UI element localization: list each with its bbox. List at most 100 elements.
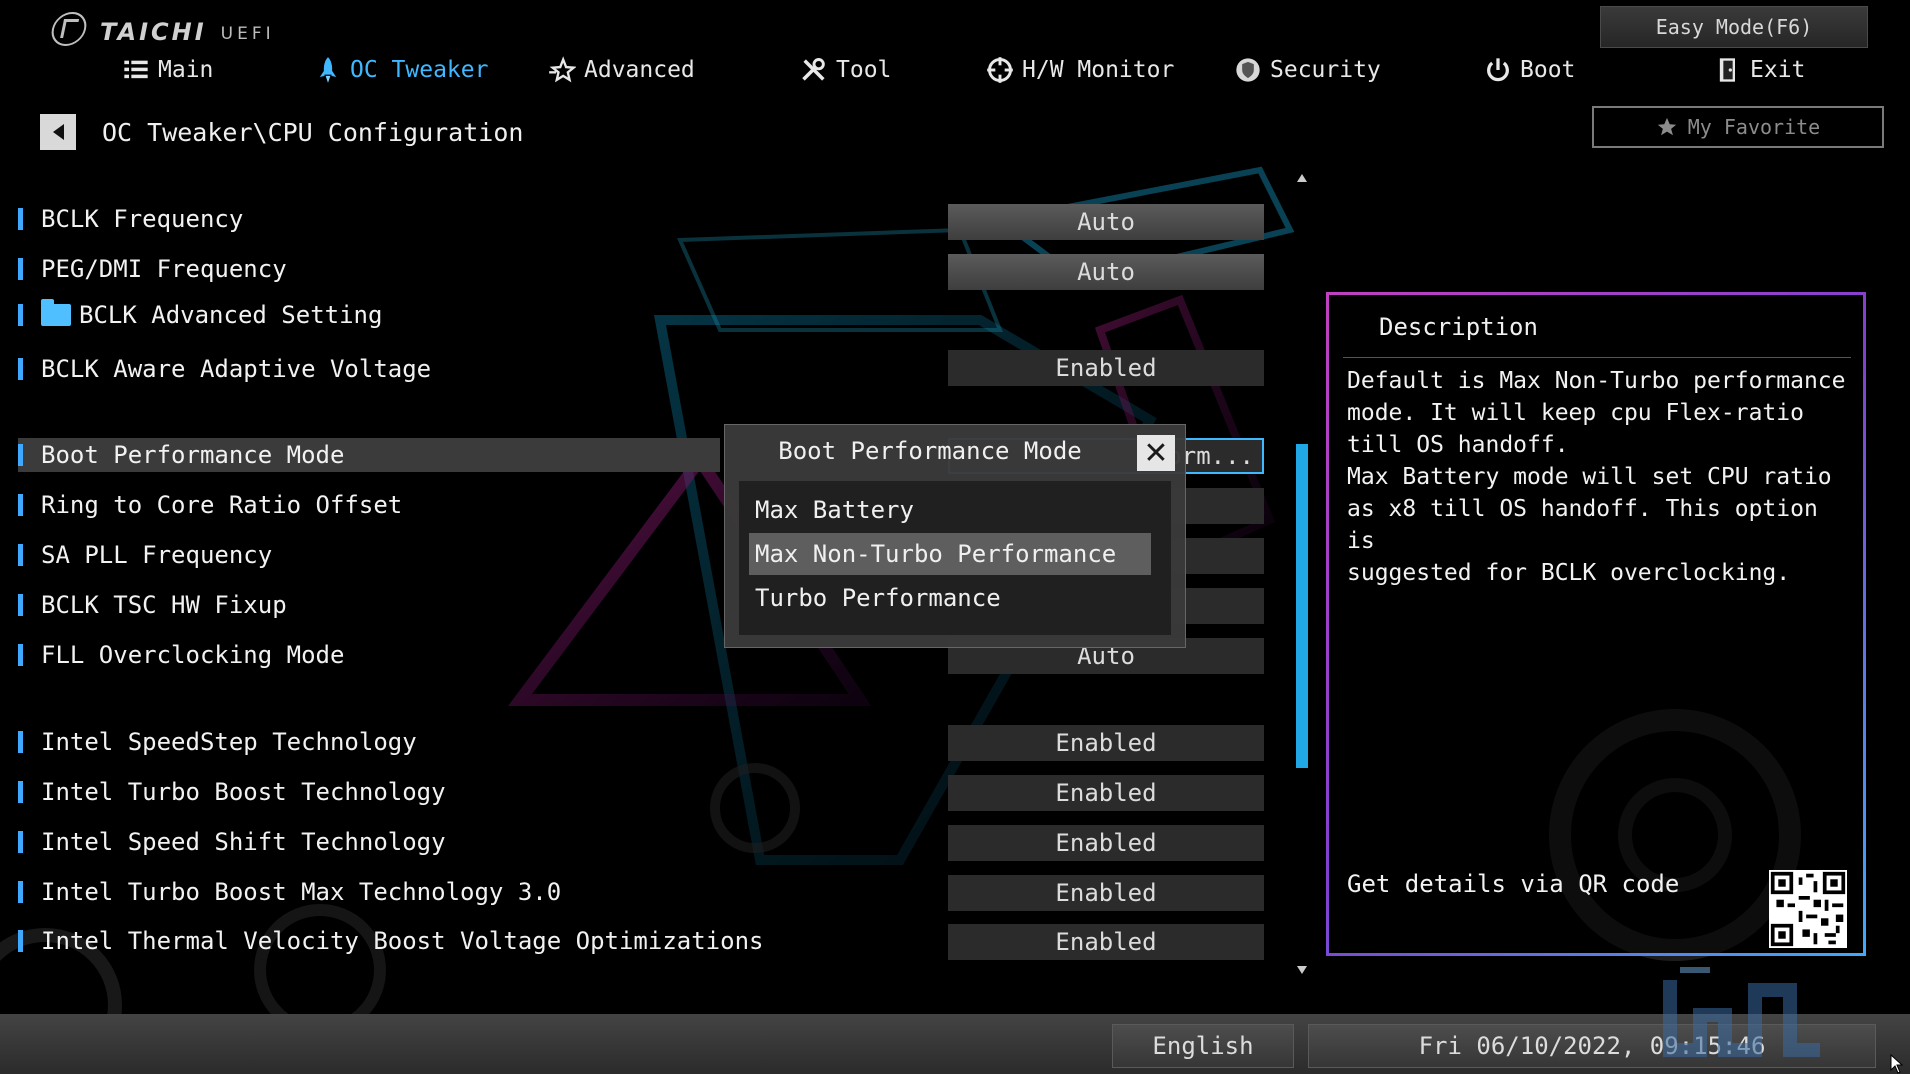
setting-label: Intel Speed Shift Technology bbox=[41, 828, 446, 856]
setting-value-intel-speed-shift[interactable]: Enabled bbox=[948, 825, 1264, 861]
brand-name: TAICHI bbox=[100, 18, 207, 46]
tab-security-label: Security bbox=[1270, 57, 1381, 83]
tab-main-label: Main bbox=[158, 57, 214, 83]
setting-intel-thermal-velocity-boost[interactable]: Intel Thermal Velocity Boost Voltage Opt… bbox=[18, 924, 763, 958]
setting-label: SA PLL Frequency bbox=[41, 541, 273, 569]
setting-label: BCLK Aware Adaptive Voltage bbox=[41, 355, 432, 383]
tab-boot[interactable]: Boot bbox=[1484, 56, 1575, 84]
setting-intel-turbo-boost-max-3[interactable]: Intel Turbo Boost Max Technology 3.0 bbox=[18, 875, 561, 909]
taichi-logo-icon bbox=[48, 12, 90, 46]
close-icon[interactable]: ✕ bbox=[1137, 435, 1175, 471]
brand-sub: UEFI bbox=[220, 24, 275, 44]
row-marker bbox=[18, 444, 23, 466]
setting-label: PEG/DMI Frequency bbox=[41, 255, 287, 283]
setting-label: Intel Thermal Velocity Boost Voltage Opt… bbox=[41, 927, 764, 955]
row-marker bbox=[18, 358, 23, 380]
setting-value-bclk-aware-adaptive-voltage[interactable]: Enabled bbox=[948, 350, 1264, 386]
boot-performance-mode-dialog: Boot Performance Mode ✕ Max Battery Max … bbox=[724, 424, 1186, 648]
description-title: Description bbox=[1379, 313, 1538, 341]
row-marker bbox=[18, 831, 23, 853]
list-icon bbox=[124, 60, 148, 79]
tab-main[interactable]: Main bbox=[122, 56, 213, 84]
scroll-down-arrow-icon[interactable] bbox=[1296, 964, 1308, 976]
tab-hw-monitor-label: H/W Monitor bbox=[1022, 57, 1175, 83]
qr-code-icon bbox=[1769, 870, 1847, 948]
setting-bclk-advanced-setting[interactable]: BCLK Advanced Setting bbox=[18, 298, 382, 332]
setting-value-bclk-frequency[interactable]: Auto bbox=[948, 204, 1264, 240]
back-button[interactable] bbox=[40, 114, 76, 150]
setting-label: BCLK Advanced Setting bbox=[79, 301, 383, 329]
setting-value-intel-speedstep[interactable]: Enabled bbox=[948, 725, 1264, 761]
breadcrumb-path: OC Tweaker\CPU Configuration bbox=[102, 117, 524, 147]
watermark-logo bbox=[1663, 967, 1820, 1057]
description-panel: Description Default is Max Non-Turbo per… bbox=[1326, 292, 1866, 956]
my-favorite-button[interactable]: My Favorite bbox=[1592, 106, 1884, 148]
mouse-cursor-icon bbox=[1890, 1054, 1904, 1074]
row-marker bbox=[18, 258, 23, 280]
setting-bclk-aware-adaptive-voltage[interactable]: BCLK Aware Adaptive Voltage bbox=[18, 352, 431, 386]
option-turbo-performance[interactable]: Turbo Performance bbox=[749, 577, 1151, 619]
setting-intel-speedstep[interactable]: Intel SpeedStep Technology bbox=[18, 725, 417, 759]
shield-icon bbox=[1236, 58, 1260, 82]
setting-boot-performance-mode[interactable]: Boot Performance Mode bbox=[18, 438, 720, 472]
tab-hw-monitor[interactable]: H/W Monitor bbox=[986, 56, 1174, 84]
setting-label: Intel Turbo Boost Max Technology 3.0 bbox=[41, 878, 562, 906]
row-marker bbox=[18, 594, 23, 616]
tab-advanced-label: Advanced bbox=[584, 57, 695, 83]
setting-sa-pll-frequency[interactable]: SA PLL Frequency bbox=[18, 538, 272, 572]
setting-value-intel-turbo-boost[interactable]: Enabled bbox=[948, 775, 1264, 811]
tab-advanced[interactable]: Advanced bbox=[548, 56, 695, 84]
setting-fll-overclocking-mode[interactable]: FLL Overclocking Mode bbox=[18, 638, 344, 672]
crosshair-icon bbox=[987, 57, 1013, 83]
tab-oc-tweaker[interactable]: OC Tweaker bbox=[314, 56, 488, 84]
tab-security[interactable]: Security bbox=[1234, 56, 1381, 84]
setting-label: Intel SpeedStep Technology bbox=[41, 728, 417, 756]
row-marker bbox=[18, 304, 23, 326]
setting-value-peg-dmi-frequency[interactable]: Auto bbox=[948, 254, 1264, 290]
tab-tool-label: Tool bbox=[836, 57, 892, 83]
power-icon bbox=[1487, 58, 1509, 82]
exit-door-icon bbox=[1719, 58, 1735, 82]
easy-mode-button[interactable]: Easy Mode(F6) bbox=[1600, 6, 1868, 48]
row-marker bbox=[18, 644, 23, 666]
row-marker bbox=[18, 731, 23, 753]
description-text: Default is Max Non-Turbo performance mod… bbox=[1347, 368, 1846, 586]
setting-label: Ring to Core Ratio Offset bbox=[41, 491, 403, 519]
tab-exit[interactable]: Exit bbox=[1714, 56, 1805, 84]
scrollbar-thumb[interactable] bbox=[1296, 444, 1308, 768]
setting-bclk-tsc-hw-fixup[interactable]: BCLK TSC HW Fixup bbox=[18, 588, 287, 622]
taichi-logo: TAICHI UEFI bbox=[48, 12, 275, 46]
option-max-non-turbo-performance[interactable]: Max Non-Turbo Performance bbox=[749, 533, 1151, 575]
tab-boot-label: Boot bbox=[1520, 57, 1576, 83]
row-marker bbox=[18, 494, 23, 516]
dialog-title: Boot Performance Mode bbox=[778, 437, 1082, 465]
setting-label: Intel Turbo Boost Technology bbox=[41, 778, 446, 806]
language-button[interactable]: English bbox=[1112, 1024, 1294, 1068]
row-marker bbox=[18, 544, 23, 566]
star-icon bbox=[1657, 117, 1676, 136]
setting-peg-dmi-frequency[interactable]: PEG/DMI Frequency bbox=[18, 252, 287, 286]
option-max-battery[interactable]: Max Battery bbox=[749, 489, 1151, 531]
tab-oc-tweaker-label: OC Tweaker bbox=[350, 57, 489, 83]
setting-bclk-frequency[interactable]: BCLK Frequency bbox=[18, 202, 243, 236]
options-list: Max Battery Max Non-Turbo Performance Tu… bbox=[739, 481, 1171, 635]
setting-intel-turbo-boost[interactable]: Intel Turbo Boost Technology bbox=[18, 775, 446, 809]
setting-intel-speed-shift[interactable]: Intel Speed Shift Technology bbox=[18, 825, 446, 859]
setting-label: BCLK Frequency bbox=[41, 205, 244, 233]
setting-value-intel-turbo-boost-max-3[interactable]: Enabled bbox=[948, 875, 1264, 911]
main-nav: Main OC Tweaker Advanced Tool H/W Monito… bbox=[0, 56, 1910, 96]
setting-ring-to-core-ratio-offset[interactable]: Ring to Core Ratio Offset bbox=[18, 488, 402, 522]
setting-label: Boot Performance Mode bbox=[41, 441, 345, 469]
row-marker bbox=[18, 781, 23, 803]
row-marker bbox=[18, 930, 23, 952]
folder-icon bbox=[41, 299, 71, 326]
tab-tool[interactable]: Tool bbox=[800, 56, 891, 84]
setting-value-intel-thermal-velocity-boost[interactable]: Enabled bbox=[948, 924, 1264, 960]
setting-label: BCLK TSC HW Fixup bbox=[41, 591, 287, 619]
scroll-up-arrow-icon[interactable] bbox=[1296, 172, 1308, 184]
setting-label: FLL Overclocking Mode bbox=[41, 641, 345, 669]
qr-caption: Get details via QR code bbox=[1347, 870, 1680, 898]
tools-icon bbox=[802, 58, 825, 81]
tab-exit-label: Exit bbox=[1750, 57, 1806, 83]
description-divider bbox=[1343, 357, 1851, 358]
